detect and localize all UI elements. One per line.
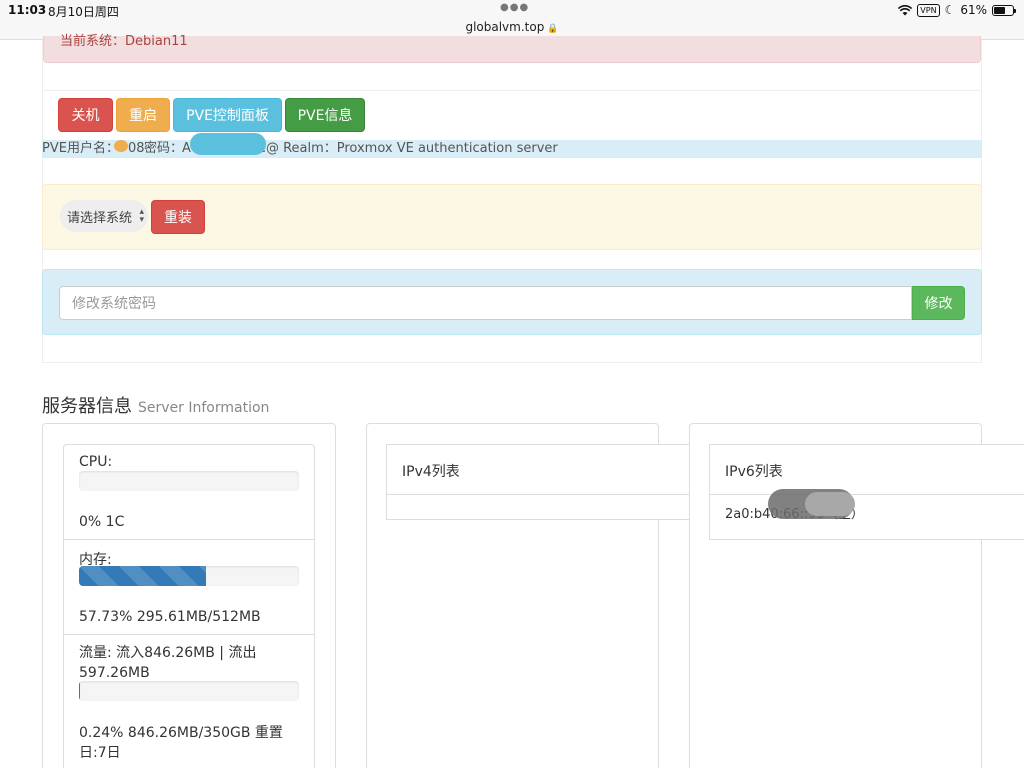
password-input[interactable]: 修改系统密码	[59, 286, 912, 320]
wifi-icon	[898, 4, 913, 15]
pve-username-value: 08	[128, 141, 145, 156]
divider	[64, 539, 314, 540]
pve-credentials: PVE用户名： 08 密码： A pve@ Realm：Proxmox VE a…	[42, 140, 982, 158]
moon-icon: ☾	[944, 3, 956, 17]
stats-list	[63, 444, 315, 768]
lock-icon: 🔒	[547, 24, 559, 34]
updown-chevron-icon: ▴ ▾	[139, 207, 144, 225]
current-system-text: 当前系统：Debian11	[60, 34, 188, 49]
memory-progress-bar	[79, 566, 206, 586]
memory-value: 57.73% 295.61MB/512MB	[79, 609, 261, 625]
reboot-button[interactable]: 重启	[116, 98, 170, 132]
redaction-mark	[190, 133, 266, 155]
server-info-subtitle: Server Information	[138, 400, 270, 416]
change-password-button[interactable]: 修改	[912, 286, 965, 320]
os-select-value: 请选择系统	[67, 210, 133, 226]
cpu-progress	[79, 471, 299, 491]
vpn-badge: VPN	[917, 3, 940, 17]
redaction-mark	[114, 140, 128, 152]
traffic-value: 0.24% 846.26MB/350GB 重置日:7日	[79, 725, 283, 761]
pve-info-button[interactable]: PVE信息	[285, 98, 365, 132]
pve-username-label: PVE用户名：	[42, 141, 119, 156]
ipv4-list-item	[386, 494, 704, 520]
current-system-alert: 当前系统：Debian11	[43, 34, 981, 63]
traffic-label: 流量: 流入846.26MB | 流出597.26MB	[79, 645, 257, 681]
server-info-title: 服务器信息	[42, 396, 132, 417]
section-title: 服务器信息 Server Information	[42, 392, 269, 418]
ipv4-title: IPv4列表	[402, 464, 460, 480]
divider	[43, 90, 981, 91]
clock: 11:03	[8, 3, 47, 17]
url-text: globalvm.top	[465, 20, 545, 34]
os-select[interactable]: 请选择系统 ▴ ▾	[60, 200, 148, 232]
more-dots-icon[interactable]: ●●●	[500, 2, 529, 13]
redaction-mark	[805, 492, 855, 516]
cpu-value: 0% 1C	[79, 514, 125, 530]
battery-icon	[992, 4, 1016, 16]
battery-percent: 61%	[960, 3, 987, 17]
address-bar[interactable]: globalvm.top 🔒	[0, 20, 1024, 34]
cpu-label: CPU:	[79, 454, 113, 470]
pve-panel-button[interactable]: PVE控制面板	[173, 98, 282, 132]
divider	[64, 634, 314, 635]
pve-password-label: 密码：	[144, 141, 184, 156]
memory-progress	[79, 566, 299, 586]
status-icons: VPN ☾ 61%	[898, 3, 1016, 17]
pve-realm: pve@ Realm：Proxmox VE authentication ser…	[242, 141, 558, 156]
traffic-progress-bar	[79, 681, 80, 701]
shutdown-button[interactable]: 关机	[58, 98, 113, 132]
reinstall-button[interactable]: 重装	[151, 200, 205, 234]
ipv6-title: IPv6列表	[725, 464, 783, 480]
traffic-progress	[79, 681, 299, 701]
date: 8月10日周四	[48, 5, 119, 19]
